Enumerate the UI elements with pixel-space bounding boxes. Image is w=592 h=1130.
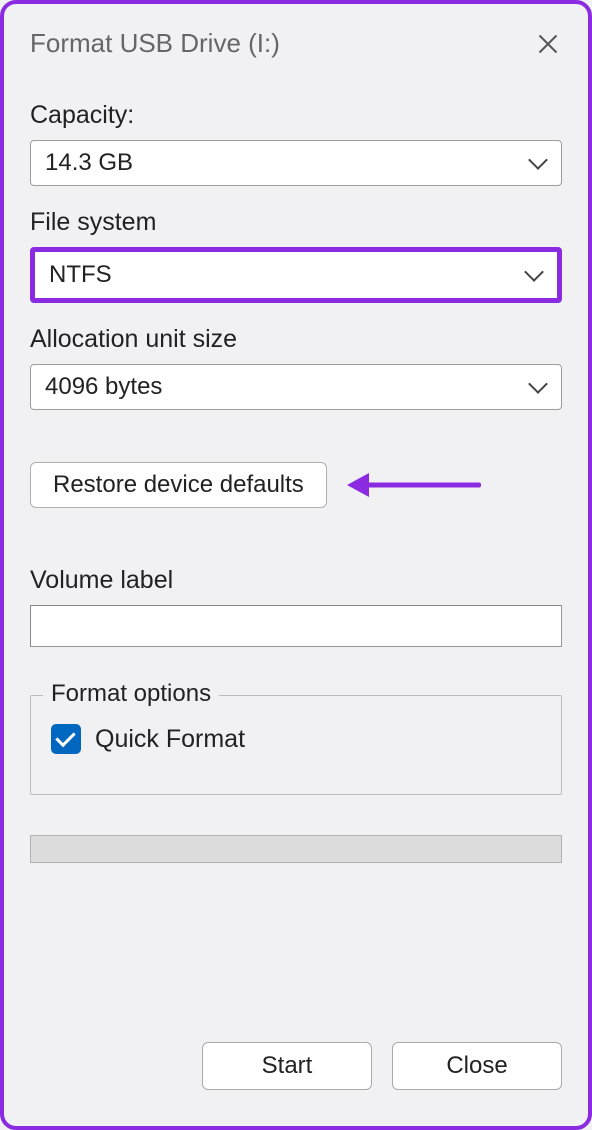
allocation-label: Allocation unit size	[30, 325, 562, 354]
chevron-down-icon	[525, 266, 543, 284]
arrow-left-icon	[351, 475, 481, 495]
capacity-select[interactable]: 14.3 GB	[30, 140, 562, 186]
quick-format-label: Quick Format	[95, 725, 245, 754]
quick-format-checkbox-row[interactable]: Quick Format	[51, 724, 541, 754]
volume-label: Volume label	[30, 566, 562, 595]
footer-buttons: Start Close	[30, 1042, 562, 1090]
filesystem-label: File system	[30, 208, 562, 237]
close-button[interactable]: Close	[392, 1042, 562, 1090]
capacity-label: Capacity:	[30, 101, 562, 130]
dialog-title: Format USB Drive (I:)	[30, 28, 280, 59]
allocation-select[interactable]: 4096 bytes	[30, 364, 562, 410]
capacity-field: Capacity: 14.3 GB	[30, 101, 562, 186]
filesystem-select[interactable]: NTFS	[30, 247, 562, 303]
format-options-group: Format options Quick Format	[30, 695, 562, 795]
allocation-field: Allocation unit size 4096 bytes	[30, 325, 562, 410]
volume-field: Volume label	[30, 566, 562, 647]
capacity-value: 14.3 GB	[45, 149, 133, 177]
chevron-down-icon	[529, 154, 547, 172]
progress-bar	[30, 835, 562, 863]
volume-label-input[interactable]	[30, 605, 562, 647]
restore-defaults-button[interactable]: Restore device defaults	[30, 462, 327, 508]
titlebar: Format USB Drive (I:)	[30, 20, 562, 79]
restore-row: Restore device defaults	[30, 462, 562, 508]
chevron-down-icon	[529, 378, 547, 396]
filesystem-value: NTFS	[49, 261, 112, 289]
format-options-legend: Format options	[43, 680, 219, 708]
allocation-value: 4096 bytes	[45, 373, 162, 401]
start-button[interactable]: Start	[202, 1042, 372, 1090]
close-icon[interactable]	[534, 30, 562, 58]
filesystem-field: File system NTFS	[30, 208, 562, 303]
checkbox-checked-icon	[51, 724, 81, 754]
